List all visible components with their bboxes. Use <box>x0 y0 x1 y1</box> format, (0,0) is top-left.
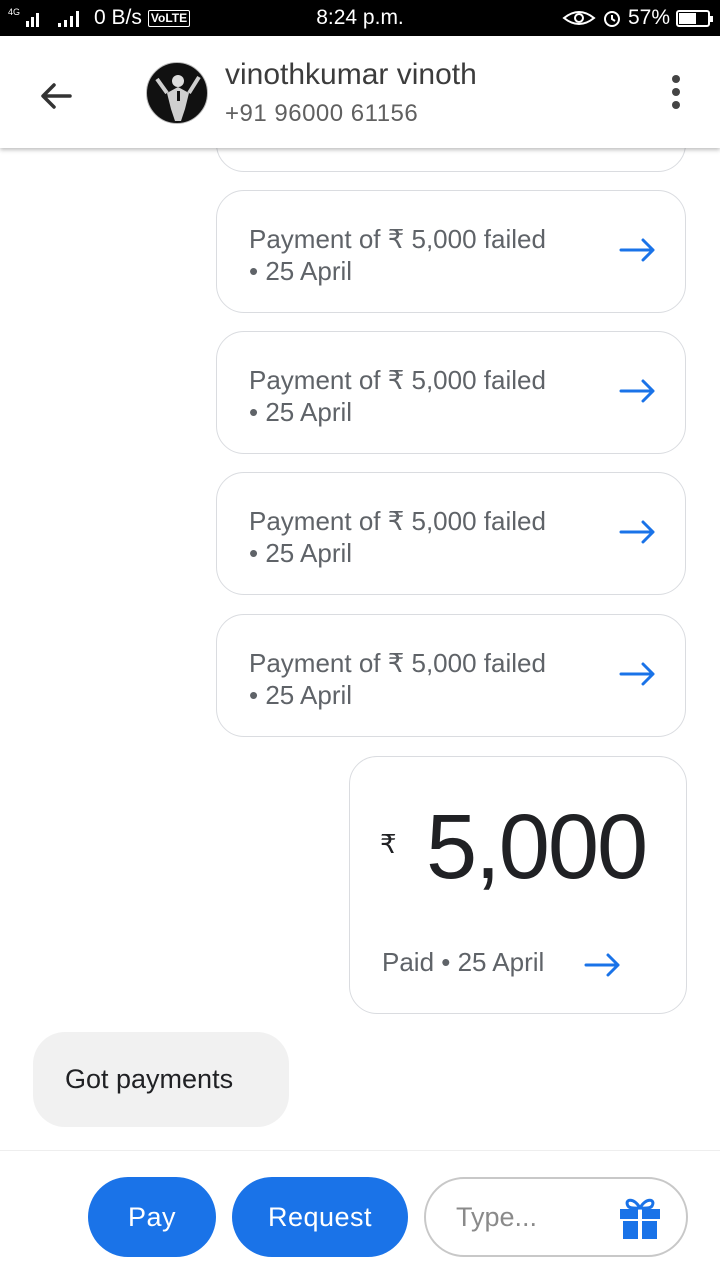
bottom-bar: Pay Request Type... <box>0 1150 720 1281</box>
payment-line: Payment of ₹ 5,000 failed <box>249 506 546 536</box>
failed-payment-card[interactable]: Payment of ₹ 5,000 failed • 25 April <box>216 331 686 454</box>
failed-payment-card[interactable]: Payment of ₹ 5,000 failed • 25 April <box>216 472 686 595</box>
incoming-message[interactable]: Got payments <box>33 1032 289 1127</box>
back-arrow-icon[interactable] <box>34 74 78 118</box>
message-input-placeholder: Type... <box>456 1202 538 1232</box>
arrow-right-icon[interactable] <box>619 237 657 263</box>
gift-icon[interactable] <box>616 1193 664 1241</box>
contact-name: vinothkumar vinoth <box>225 58 477 91</box>
payment-date: • 25 April <box>249 538 353 568</box>
paid-payment-card[interactable]: ₹ 5,000 Paid • 25 April <box>349 756 687 1014</box>
payment-card-partial[interactable] <box>216 148 686 172</box>
contact-phone: +91 96000 61156 <box>225 100 419 127</box>
payment-line: Payment of ₹ 5,000 failed <box>249 224 546 254</box>
payment-date: • 25 April <box>249 397 353 427</box>
conversation[interactable]: Payment of ₹ 5,000 failed • 25 April Pay… <box>0 148 720 1150</box>
failed-payment-card[interactable]: Payment of ₹ 5,000 failed • 25 April <box>216 190 686 313</box>
payment-line: Payment of ₹ 5,000 failed <box>249 648 546 678</box>
status-bar: 4G 0 B/s VoLTE 8:24 p.m. 57% <box>0 0 720 36</box>
arrow-right-icon[interactable] <box>619 661 657 687</box>
payment-date: • 25 April <box>249 680 353 710</box>
currency-symbol: ₹ <box>380 829 397 859</box>
payment-text: Payment of ₹ 5,000 failed • 25 April <box>249 223 546 287</box>
payment-line: Payment of ₹ 5,000 failed <box>249 365 546 395</box>
status-right: 57% <box>562 6 713 30</box>
battery-icon <box>676 9 713 27</box>
payment-text: Payment of ₹ 5,000 failed • 25 April <box>249 364 546 428</box>
person-silhouette-icon <box>155 75 201 121</box>
alarm-icon <box>603 11 620 27</box>
arrow-right-icon[interactable] <box>619 519 657 545</box>
message-input[interactable]: Type... <box>424 1177 688 1257</box>
pay-button[interactable]: Pay <box>88 1177 216 1257</box>
avatar[interactable] <box>146 62 208 124</box>
paid-amount: 5,000 <box>426 796 648 898</box>
battery-percent: 57% <box>627 6 670 29</box>
more-options-icon[interactable] <box>664 72 688 116</box>
request-button[interactable]: Request <box>232 1177 408 1257</box>
arrow-right-icon[interactable] <box>584 952 622 978</box>
chat-header: vinothkumar vinoth +91 96000 61156 <box>0 36 720 148</box>
arrow-right-icon[interactable] <box>619 378 657 404</box>
eye-icon <box>562 11 596 25</box>
failed-payment-card[interactable]: Payment of ₹ 5,000 failed • 25 April <box>216 614 686 737</box>
payment-text: Payment of ₹ 5,000 failed • 25 April <box>249 647 546 711</box>
paid-status: Paid • 25 April <box>382 947 545 977</box>
payment-text: Payment of ₹ 5,000 failed • 25 April <box>249 505 546 569</box>
payment-date: • 25 April <box>249 256 353 286</box>
